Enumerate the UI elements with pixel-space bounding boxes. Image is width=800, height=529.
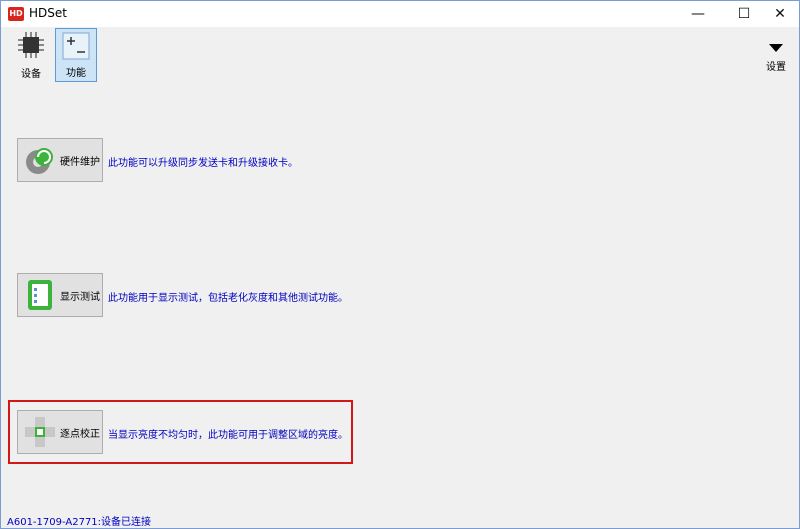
chip-icon — [18, 32, 44, 58]
settings-label: 设置 — [766, 62, 786, 73]
gear-refresh-icon — [26, 148, 53, 174]
function-tab[interactable]: 功能 — [55, 28, 97, 82]
device-tab[interactable]: 设备 — [10, 28, 52, 82]
title-bar: HD HDSet — ☐ ✕ — [1, 1, 799, 27]
display-test-icon — [28, 280, 52, 310]
minimize-button[interactable]: — — [681, 1, 715, 27]
device-tab-label: 设备 — [21, 69, 41, 80]
app-logo-icon: HD — [8, 7, 24, 21]
hardware-maintenance-description: 此功能可以升级同步发送卡和升级接收卡。 — [108, 158, 298, 169]
close-button[interactable]: ✕ — [763, 1, 797, 27]
maximize-button[interactable]: ☐ — [727, 1, 761, 27]
status-text: A601-1709-A2771:设备已连接 — [7, 517, 152, 528]
hardware-maintenance-label: 硬件维护 — [60, 157, 100, 168]
display-test-button[interactable]: 显示测试 — [17, 273, 103, 317]
display-test-label: 显示测试 — [60, 292, 100, 303]
triangle-down-icon — [769, 44, 783, 52]
window-title: HDSet — [29, 6, 67, 20]
hardware-maintenance-button[interactable]: 硬件维护 — [17, 138, 103, 182]
function-tab-label: 功能 — [66, 68, 86, 79]
display-test-description: 此功能用于显示测试，包括老化灰度和其他测试功能。 — [108, 293, 348, 304]
plus-minus-icon — [62, 32, 90, 60]
highlight-box — [8, 400, 353, 464]
app-window: HD HDSet — ☐ ✕ 设备 功能 设置 硬件维护 此功能可以升级同步发送… — [0, 0, 800, 529]
settings-button[interactable]: 设置 — [761, 43, 791, 73]
